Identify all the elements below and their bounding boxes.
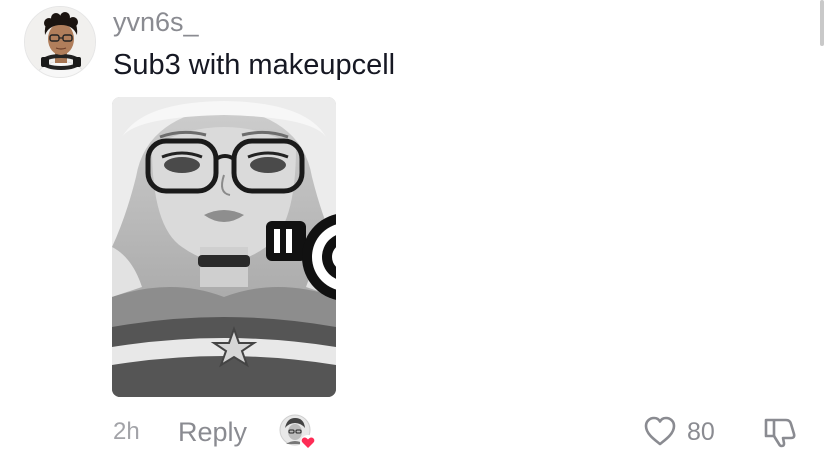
- commenter-avatar[interactable]: [24, 6, 96, 78]
- creator-liked-icon: [279, 414, 317, 452]
- avatar-image: [25, 7, 95, 77]
- drawing-image: [112, 97, 336, 397]
- heart-outline-icon[interactable]: [643, 415, 677, 447]
- comment-username[interactable]: yvn6s_: [113, 6, 199, 38]
- scrollbar[interactable]: [820, 0, 824, 46]
- reply-button[interactable]: Reply: [178, 416, 247, 448]
- like-count: 80: [687, 418, 715, 446]
- comment-image-attachment[interactable]: [112, 97, 336, 397]
- comment-timestamp: 2h: [113, 418, 140, 445]
- thumbs-down-icon[interactable]: [762, 414, 798, 448]
- comment-text: Sub3 with makeupcell: [113, 49, 396, 81]
